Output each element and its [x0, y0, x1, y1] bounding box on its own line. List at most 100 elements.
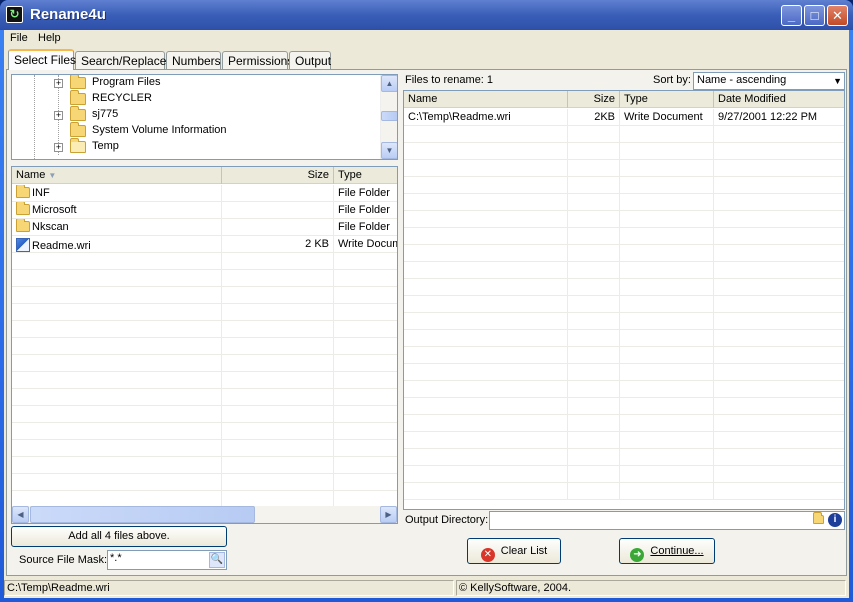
add-all-files-button[interactable]: Add all 4 files above.: [11, 526, 227, 547]
chevron-down-icon[interactable]: ▼: [833, 73, 842, 89]
title-bar[interactable]: ↻ Rename4u _ □ ✕: [0, 0, 853, 30]
cell-name: [404, 364, 568, 381]
column-name[interactable]: Name: [404, 91, 568, 108]
cell-size: [568, 262, 620, 279]
cell-size: [568, 398, 620, 415]
cell-type: [620, 245, 714, 262]
cell-name: [404, 194, 568, 211]
tab-numbers[interactable]: Numbers: [166, 51, 221, 70]
empty-row: [404, 415, 844, 432]
table-row[interactable]: Microsoft File Folder: [12, 202, 397, 219]
cell-date: [714, 262, 844, 279]
cell-type: [620, 296, 714, 313]
tab-search-replace[interactable]: Search/Replace: [75, 51, 166, 70]
cell-name: [404, 483, 568, 500]
expand-icon[interactable]: +: [54, 111, 63, 120]
scroll-up-icon[interactable]: ▲: [381, 75, 397, 92]
cell-type: Write Document: [334, 236, 397, 253]
cell-name: [404, 415, 568, 432]
menu-file[interactable]: File: [6, 32, 32, 44]
cell-name: [12, 321, 222, 338]
table-row[interactable]: Readme.wri 2 KBWrite Document: [12, 236, 397, 253]
cell-size: [568, 126, 620, 143]
cell-size: [568, 449, 620, 466]
tab-output[interactable]: Output: [289, 51, 331, 70]
cell-size: [568, 160, 620, 177]
table-row[interactable]: Nkscan File Folder: [12, 219, 397, 236]
source-file-list[interactable]: Name ▼ Size Type INF File Folder Microsoft…: [11, 166, 398, 524]
menu-help[interactable]: Help: [34, 32, 65, 44]
cell-date: [714, 211, 844, 228]
cell-size: [222, 457, 334, 474]
output-directory-input[interactable]: i: [489, 511, 845, 530]
table-row[interactable]: INF File Folder: [12, 185, 397, 202]
scroll-left-icon[interactable]: ◀: [12, 506, 29, 523]
cell-type: [620, 194, 714, 211]
file-name: Microsoft: [32, 204, 77, 216]
column-type[interactable]: Type: [620, 91, 714, 108]
arrow-right-icon: ➜: [630, 548, 645, 562]
list-horizontal-scrollbar[interactable]: ◀ ▶: [12, 506, 397, 523]
search-icon[interactable]: 🔍: [209, 552, 225, 568]
browse-folder-icon[interactable]: [813, 512, 824, 525]
clear-list-button[interactable]: ✕ Clear List: [467, 538, 561, 564]
cell-size: [222, 287, 334, 304]
tab-permissions[interactable]: Permissions: [222, 51, 293, 70]
cell-size: [568, 296, 620, 313]
folder-icon: [70, 75, 86, 89]
sort-by-dropdown[interactable]: Name - ascending ▼: [693, 72, 845, 90]
info-icon[interactable]: i: [828, 513, 842, 527]
column-date-modified[interactable]: Date Modified: [714, 91, 844, 108]
column-type[interactable]: Type: [334, 167, 397, 184]
scroll-right-icon[interactable]: ▶: [380, 506, 397, 523]
source-mask-input[interactable]: *.* 🔍: [107, 550, 227, 570]
window-title: Rename4u: [30, 6, 106, 23]
app-icon[interactable]: ↻: [6, 6, 23, 23]
column-size[interactable]: Size: [222, 167, 334, 184]
cell-type: [620, 398, 714, 415]
scroll-down-icon[interactable]: ▼: [381, 142, 397, 159]
close-button[interactable]: ✕: [827, 5, 848, 26]
empty-row: [404, 126, 844, 143]
list-header: Name ▼ Size Type: [12, 167, 397, 184]
cell-type: Write Document: [620, 109, 714, 126]
app-window: ↻ Rename4u _ □ ✕ File Help Select Files …: [0, 0, 853, 602]
file-name: Readme.wri: [32, 240, 91, 252]
maximize-button[interactable]: □: [804, 5, 825, 26]
table-row[interactable]: C:\Temp\Readme.wri 2KB Write Document 9/27/…: [404, 109, 844, 126]
tab-select-files[interactable]: Select Files: [8, 49, 76, 70]
rename-file-list[interactable]: Name Size Type Date Modified C:\Temp\Rea…: [403, 90, 845, 510]
column-name[interactable]: Name ▼: [12, 167, 222, 184]
folder-tree[interactable]: + Program Files RECYCLER + sj775 System …: [11, 74, 398, 160]
minimize-button[interactable]: _: [781, 5, 802, 26]
empty-row: [404, 228, 844, 245]
cell-size: [222, 355, 334, 372]
cell-name: [12, 338, 222, 355]
file-name: Nkscan: [32, 221, 69, 233]
cell-size: [568, 381, 620, 398]
empty-row: [12, 457, 397, 474]
scroll-thumb[interactable]: [30, 506, 255, 523]
tree-item-label: Temp: [92, 140, 119, 152]
expand-icon[interactable]: +: [54, 79, 63, 88]
expand-icon[interactable]: +: [54, 143, 63, 152]
cell-size: [568, 483, 620, 500]
column-size[interactable]: Size: [568, 91, 620, 108]
scroll-thumb[interactable]: [381, 111, 397, 121]
cell-size: [222, 202, 334, 219]
cell-name: [404, 126, 568, 143]
cell-name: C:\Temp\Readme.wri: [404, 109, 568, 126]
tree-scrollbar[interactable]: ▲ ▼: [380, 75, 397, 159]
cell-name: [12, 287, 222, 304]
cell-date: [714, 143, 844, 160]
cell-type: [334, 372, 397, 389]
empty-row: [12, 321, 397, 338]
folder-icon: [16, 185, 30, 198]
folder-icon: [70, 90, 86, 105]
continue-button[interactable]: ➜ Continue...: [619, 538, 715, 564]
empty-row: [12, 474, 397, 491]
cell-size: [222, 474, 334, 491]
empty-row: [12, 423, 397, 440]
empty-row: [12, 304, 397, 321]
cell-type: [620, 364, 714, 381]
